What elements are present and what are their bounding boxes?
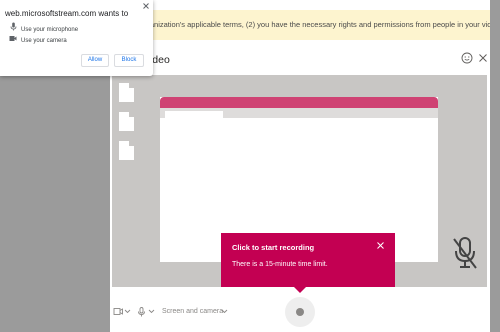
record-button[interactable] <box>285 297 315 327</box>
desktop-file-icon <box>119 141 134 160</box>
close-icon[interactable] <box>477 52 489 64</box>
background-overlay-right <box>490 0 500 332</box>
preview-window-titlebar <box>160 97 438 108</box>
chevron-down-icon[interactable] <box>221 307 228 318</box>
permission-title: web.microsoftstream.com wants to <box>5 9 129 18</box>
microphone-off-icon <box>452 236 478 270</box>
desktop-file-icon <box>119 83 134 102</box>
permission-item-camera: Use your camera <box>8 35 67 44</box>
permission-item-label: Use your camera <box>21 38 67 44</box>
camera-icon[interactable] <box>113 307 123 318</box>
tooltip-arrow <box>294 287 306 293</box>
microphone-icon <box>8 22 18 33</box>
smiley-icon[interactable] <box>461 52 473 64</box>
block-button[interactable]: Block <box>114 54 144 67</box>
tooltip-text: There is a 15-minute time limit. <box>232 261 328 268</box>
source-select-label[interactable]: Screen and camera <box>162 308 223 315</box>
camera-icon <box>8 35 18 44</box>
close-icon[interactable] <box>376 241 385 253</box>
terms-notice-banner: th your organization's applicable terms,… <box>110 10 490 40</box>
desktop-file-icon <box>119 112 134 131</box>
tooltip-title: Click to start recording <box>232 243 315 252</box>
microphone-icon[interactable] <box>137 307 146 319</box>
permission-item-microphone: Use your microphone <box>8 22 78 33</box>
close-icon[interactable] <box>142 2 150 12</box>
permission-item-label: Use your microphone <box>21 27 79 33</box>
allow-button[interactable]: Allow <box>81 54 109 67</box>
chevron-down-icon[interactable] <box>148 307 155 318</box>
preview-window-tab <box>165 111 223 118</box>
permission-prompt: web.microsoftstream.com wants to Use you… <box>0 0 153 76</box>
start-recording-tooltip: Click to start recording There is a 15-m… <box>221 233 395 287</box>
chevron-down-icon[interactable] <box>124 307 131 318</box>
